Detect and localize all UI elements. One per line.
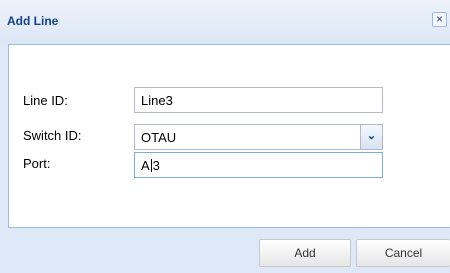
add-line-dialog: Add Line × Line ID: Line3 Switch ID: OTA… [0,0,450,273]
close-button[interactable]: × [432,12,447,27]
line-id-label: Line ID: [23,93,68,108]
switch-id-dropdown-button[interactable]: ⌄ [360,125,382,149]
port-label: Port: [23,156,51,171]
port-value-part1: A [141,158,150,173]
line-id-value: Line3 [141,93,173,108]
switch-id-label: Switch ID: [23,128,82,143]
switch-id-select[interactable]: OTAU ⌄ [134,124,383,150]
port-input[interactable]: A3 [134,152,383,178]
port-value-part2: 3 [152,158,160,173]
dialog-title: Add Line [7,14,59,28]
line-id-input[interactable]: Line3 [134,87,383,113]
close-icon: × [435,12,443,26]
cancel-button[interactable]: Cancel [356,239,450,267]
text-cursor [150,159,152,172]
add-button[interactable]: Add [259,239,351,267]
switch-id-value: OTAU [141,130,177,145]
form-panel: Line ID: Line3 Switch ID: OTAU ⌄ Port: A… [8,44,450,228]
dialog-titlebar[interactable]: Add Line × [0,0,450,44]
chevron-down-icon: ⌄ [366,130,377,142]
dialog-footer: Add Cancel [0,228,450,273]
